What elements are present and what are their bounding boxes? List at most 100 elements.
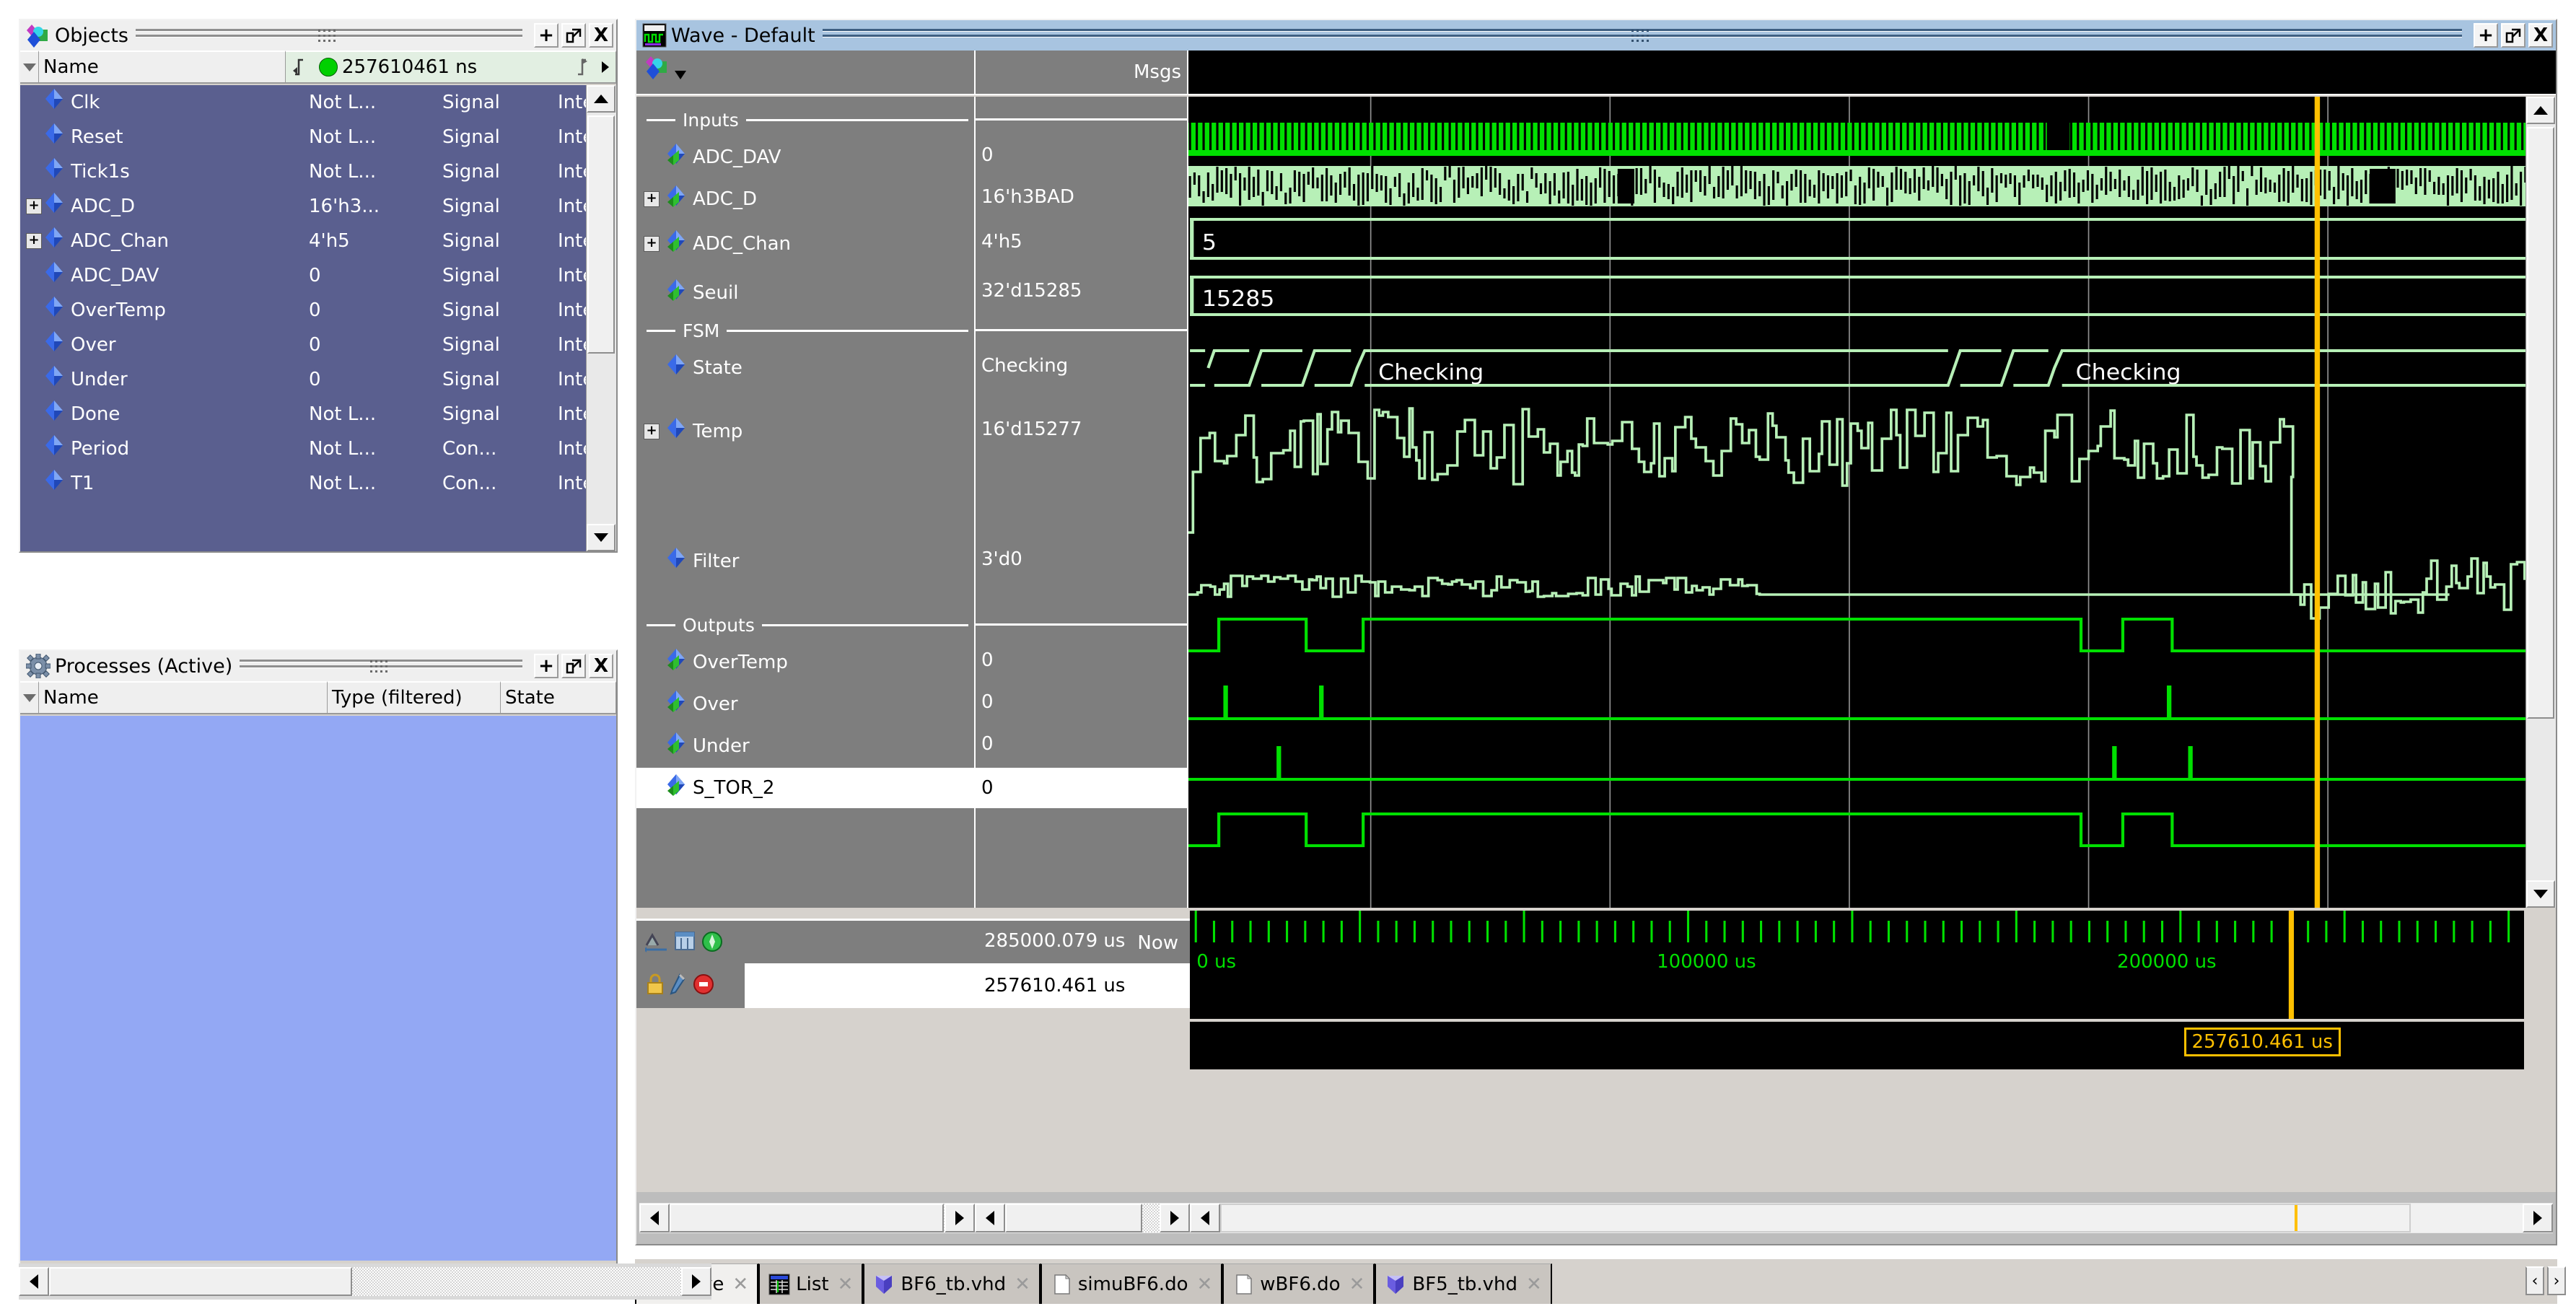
wave-vscrollbar[interactable] bbox=[2525, 97, 2556, 908]
scroll-tabs-right-icon[interactable]: › bbox=[2547, 1266, 2566, 1295]
wave-scroll-thumb[interactable] bbox=[2527, 127, 2554, 719]
processes-drag-rail[interactable] bbox=[240, 658, 522, 674]
objects-time-field[interactable]: 257610461 ns bbox=[286, 51, 616, 82]
objects-close-button[interactable]: X bbox=[589, 23, 613, 48]
goto-next-transition-icon[interactable] bbox=[566, 58, 595, 76]
tab-close-icon[interactable]: ✕ bbox=[1349, 1274, 1365, 1295]
left-dock-scroll-left-button[interactable] bbox=[19, 1267, 49, 1296]
objects-scroll-thumb[interactable] bbox=[587, 115, 615, 354]
objects-row[interactable]: Reset Not L... Signal Internal bbox=[20, 120, 586, 154]
processes-column-type[interactable]: Type (filtered) bbox=[328, 681, 501, 713]
objects-vscrollbar[interactable] bbox=[586, 85, 616, 551]
now-toolbar-icons[interactable] bbox=[636, 921, 745, 965]
objects-row[interactable]: Under 0 Signal Internal bbox=[20, 362, 586, 397]
lock-icon[interactable] bbox=[645, 973, 665, 998]
grid-icon[interactable] bbox=[674, 931, 697, 955]
edit-cursor-icon[interactable] bbox=[670, 973, 688, 998]
objects-row[interactable]: ADC_DAV 0 Signal Internal bbox=[20, 258, 586, 293]
wave-scroll-down-button[interactable] bbox=[2526, 880, 2555, 908]
values-hscrollbar[interactable] bbox=[975, 1203, 1190, 1233]
objects-row[interactable]: T1 Not L... Con... Internal bbox=[20, 466, 586, 501]
processes-undock-button[interactable] bbox=[561, 654, 586, 678]
objects-scroll-down-button[interactable] bbox=[587, 524, 615, 551]
objects-header-more-icon[interactable] bbox=[595, 61, 615, 74]
expand-toggle-icon[interactable]: + bbox=[642, 236, 661, 252]
processes-close-button[interactable]: X bbox=[589, 654, 613, 678]
goto-prev-transition-icon[interactable] bbox=[286, 58, 315, 76]
wave-signal-row[interactable]: + ADC_Chan bbox=[636, 224, 974, 264]
left-dock-scroll-right-button[interactable] bbox=[681, 1267, 711, 1296]
left-dock-hscroll-thumb[interactable] bbox=[49, 1267, 352, 1296]
add-cursor-icon[interactable] bbox=[701, 931, 723, 955]
objects-sort-indicator[interactable] bbox=[20, 51, 39, 82]
wave-name-dropdown-icon[interactable] bbox=[674, 69, 687, 83]
objects-column-name[interactable]: Name bbox=[39, 51, 286, 82]
tab-simubf6-do[interactable]: simuBF6.do ✕ bbox=[1040, 1263, 1223, 1304]
wave-signal-row[interactable]: Under bbox=[636, 726, 974, 766]
tab-close-icon[interactable]: ✕ bbox=[732, 1274, 748, 1295]
wave-signal-row[interactable]: OverTemp bbox=[636, 642, 974, 683]
processes-sort-indicator[interactable] bbox=[20, 681, 39, 713]
tab-bf6-tb-vhd[interactable]: BF6_tb.vhd ✕ bbox=[863, 1263, 1041, 1304]
objects-row[interactable]: Clk Not L... Signal Internal bbox=[20, 85, 586, 120]
processes-column-name[interactable]: Name bbox=[39, 681, 328, 713]
expand-toggle-icon[interactable]: + bbox=[642, 424, 661, 439]
wave-signal-row[interactable]: + Temp bbox=[636, 411, 974, 452]
tab-close-icon[interactable]: ✕ bbox=[838, 1274, 854, 1295]
wave-scroll-up-button[interactable] bbox=[2526, 97, 2555, 124]
tab-list[interactable]: List ✕ bbox=[758, 1263, 864, 1304]
tab-close-icon[interactable]: ✕ bbox=[1015, 1274, 1030, 1295]
wave-signal-row[interactable]: + ADC_D bbox=[636, 179, 974, 219]
objects-row[interactable]: Over 0 Signal Internal bbox=[20, 328, 586, 362]
cursor-toolbar-icons[interactable] bbox=[636, 963, 745, 1008]
wave-name-header[interactable] bbox=[636, 51, 976, 94]
left-dock-hscroll-track[interactable] bbox=[49, 1267, 681, 1296]
objects-drag-rail[interactable] bbox=[136, 27, 522, 43]
bottom-tab-bar[interactable]: Wave✕List✕BF6_tb.vhd✕simuBF6.do✕wBF6.do✕… bbox=[635, 1259, 2557, 1304]
delete-cursor-icon[interactable] bbox=[693, 973, 714, 998]
wave-add-button[interactable]: + bbox=[2474, 23, 2498, 48]
tab-close-icon[interactable]: ✕ bbox=[1196, 1274, 1212, 1295]
objects-undock-button[interactable] bbox=[561, 23, 586, 48]
names-scroll-right-button[interactable] bbox=[945, 1204, 975, 1232]
wave-signal-names[interactable]: Inputs ADC_DAV + ADC_D + ADC_Chan Seuil FSM Stat… bbox=[636, 97, 976, 908]
objects-row[interactable]: Period Not L... Con... Internal bbox=[20, 432, 586, 466]
wave-cursor-marker[interactable]: 257610.461 us bbox=[1190, 1022, 2524, 1069]
processes-column-state[interactable]: State bbox=[501, 681, 616, 713]
names-hscroll-thumb[interactable] bbox=[670, 1204, 944, 1232]
wave-hscrollbar[interactable] bbox=[1190, 1203, 2553, 1233]
wave-hscroll-thumb[interactable] bbox=[1220, 1204, 2411, 1232]
wave-time-ruler[interactable]: 0 us 100000 us 200000 us bbox=[1190, 911, 2524, 1019]
processes-add-button[interactable]: + bbox=[534, 654, 558, 678]
values-scroll-left-button[interactable] bbox=[975, 1204, 1005, 1232]
objects-add-button[interactable]: + bbox=[534, 23, 558, 48]
wave-signal-row[interactable]: State bbox=[636, 348, 974, 388]
expand-toggle-icon[interactable]: + bbox=[25, 233, 43, 249]
objects-row[interactable]: + ADC_D 16'h3... Signal Internal bbox=[20, 189, 586, 224]
expand-toggle-icon[interactable]: + bbox=[25, 198, 43, 214]
wave-waveform-canvas[interactable]: 5 15285 Checking Checking bbox=[1188, 97, 2556, 908]
wave-scroll-left-button[interactable] bbox=[1190, 1204, 1220, 1232]
wave-drag-rail[interactable] bbox=[822, 27, 2462, 43]
values-hscroll-thumb[interactable] bbox=[1005, 1204, 1142, 1232]
tab-bf5-tb-vhd[interactable]: BF5_tb.vhd ✕ bbox=[1375, 1263, 1552, 1304]
scroll-tabs-left-icon[interactable]: ‹ bbox=[2525, 1266, 2544, 1295]
objects-row[interactable]: + ADC_Chan 4'h5 Signal Internal bbox=[20, 224, 586, 258]
objects-list[interactable]: Clk Not L... Signal Internal Reset Not L... Si… bbox=[20, 85, 586, 551]
wave-undock-button[interactable] bbox=[2501, 23, 2525, 48]
processes-list[interactable] bbox=[20, 716, 616, 1261]
bottom-right-grips[interactable]: ‹ › bbox=[2525, 1266, 2566, 1295]
wave-signal-values[interactable]: 0 16'h3BAD 4'h5 32'd15285 Checking 16'd15277 3… bbox=[976, 97, 1188, 908]
wave-close-button[interactable]: X bbox=[2528, 23, 2553, 48]
objects-row[interactable]: Tick1s Not L... Signal Internal bbox=[20, 154, 586, 189]
wave-signal-row[interactable]: Filter bbox=[636, 541, 974, 582]
wave-signal-row[interactable]: Seuil bbox=[636, 273, 974, 313]
wave-hscroll-track[interactable] bbox=[1220, 1204, 2523, 1232]
objects-row[interactable]: Done Not L... Signal Internal bbox=[20, 397, 586, 432]
tab-wbf6-do[interactable]: wBF6.do ✕ bbox=[1222, 1263, 1375, 1304]
expand-toggle-icon[interactable]: + bbox=[642, 191, 661, 207]
objects-row[interactable]: OverTemp 0 Signal Internal bbox=[20, 293, 586, 328]
values-scroll-right-button[interactable] bbox=[1160, 1204, 1190, 1232]
measure-icon[interactable] bbox=[644, 931, 670, 955]
names-hscroll-track[interactable] bbox=[670, 1204, 945, 1232]
